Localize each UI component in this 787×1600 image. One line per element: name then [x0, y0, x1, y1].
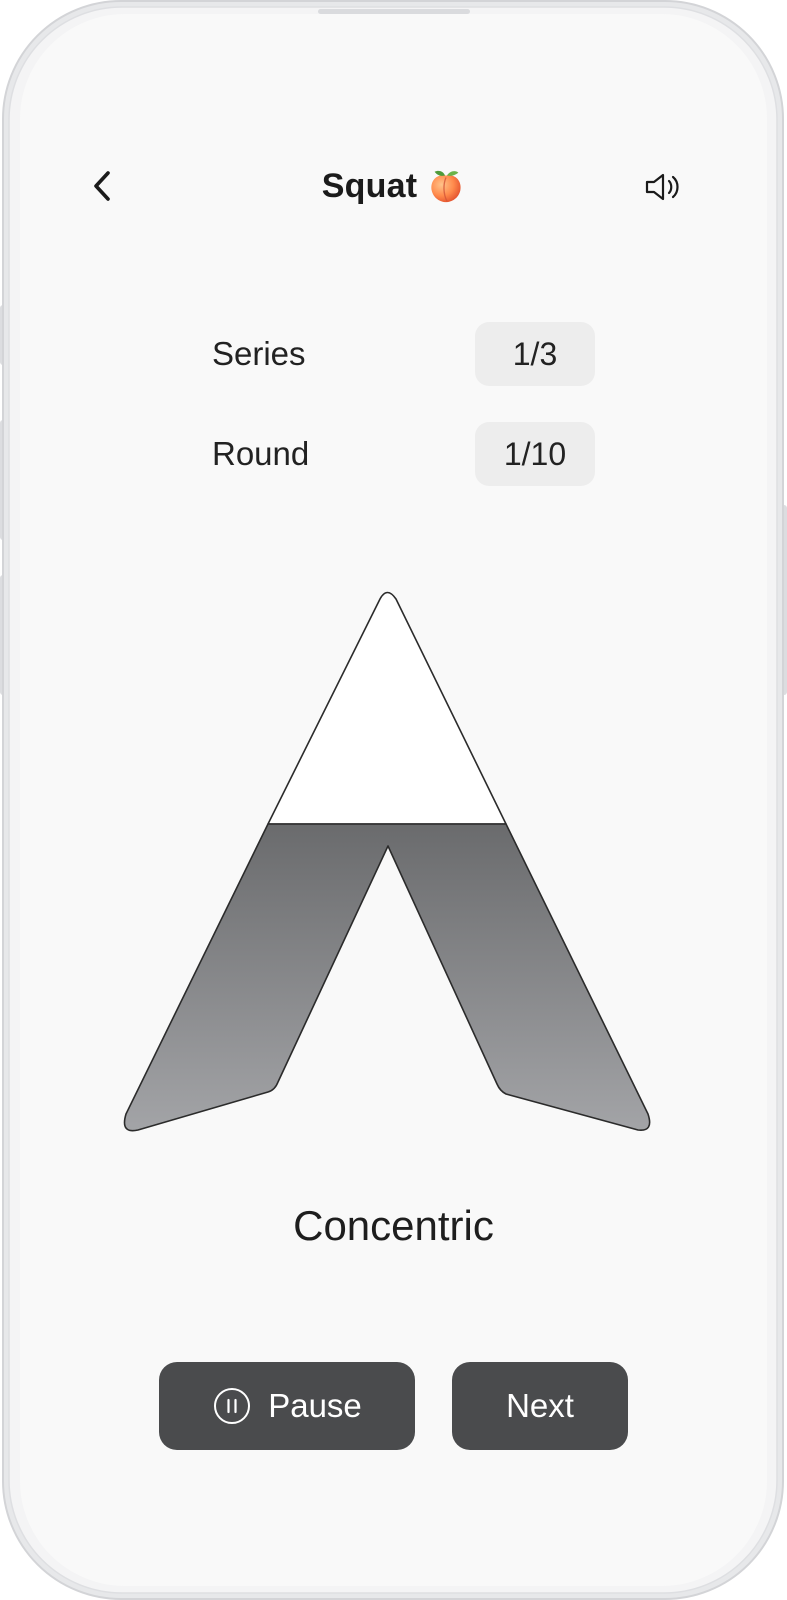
movement-progress-figure — [123, 591, 651, 1132]
pause-circle-icon — [214, 1388, 251, 1424]
pause-button[interactable]: Pause — [159, 1362, 415, 1450]
next-button-label: Next — [506, 1387, 574, 1424]
progress-empty-area — [267, 591, 507, 825]
pause-button-label: Pause — [268, 1387, 362, 1424]
app-screen: Squat Series 1/3 Round 1/10 Concentric P… — [20, 14, 767, 1586]
phone-device: Squat Series 1/3 Round 1/10 Concentric P… — [0, 0, 787, 1600]
next-button[interactable]: Next — [452, 1362, 628, 1450]
movement-phase-label: Concentric — [293, 1202, 494, 1249]
progress-filled-area — [123, 823, 651, 1132]
